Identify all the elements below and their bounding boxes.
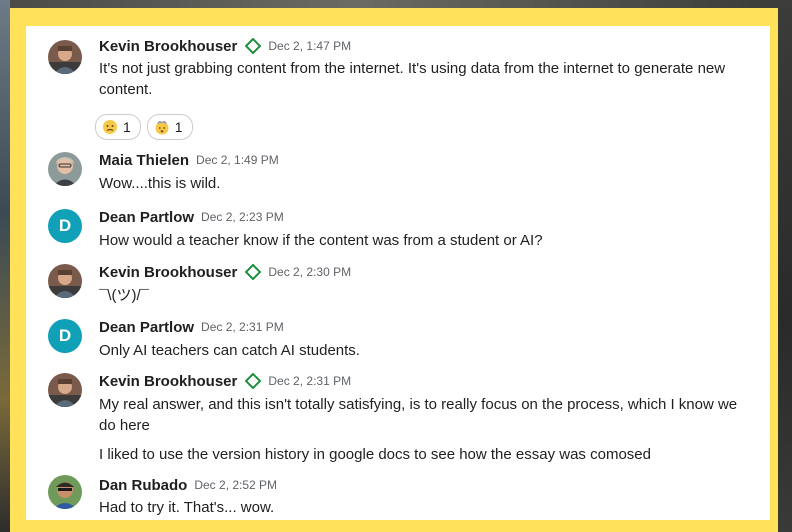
- message-item[interactable]: Kevin Brookhouser Dec 2, 2:30 PM ¯\(ツ)/¯: [26, 262, 770, 308]
- avatar[interactable]: [48, 373, 82, 407]
- message-item[interactable]: Kevin Brookhouser Dec 2, 2:31 PM My real…: [26, 371, 770, 467]
- message-text: Only AI teachers can catch AI students.: [99, 340, 749, 361]
- message-item[interactable]: Dan Rubado Dec 2, 2:52 PM Had to try it.…: [26, 475, 770, 520]
- avatar[interactable]: [48, 152, 82, 186]
- verified-diamond-icon: [245, 38, 262, 54]
- author-name[interactable]: Kevin Brookhouser: [99, 38, 237, 55]
- avatar-initial: D: [58, 216, 72, 235]
- author-name[interactable]: Maia Thielen: [99, 152, 189, 169]
- timestamp: Dec 2, 1:47 PM: [268, 39, 352, 53]
- timestamp: Dec 2, 2:30 PM: [268, 265, 352, 279]
- message-item[interactable]: Kevin Brookhouser Dec 2, 1:47 PM It's no…: [26, 36, 770, 140]
- reaction-chip[interactable]: 1: [95, 114, 141, 140]
- message-text: ¯\(ツ)/¯: [99, 285, 749, 306]
- disappointed-face-icon: [103, 120, 117, 134]
- reaction-count: 1: [174, 119, 183, 135]
- timestamp: Dec 2, 2:23 PM: [201, 210, 284, 224]
- avatar[interactable]: D: [48, 209, 82, 243]
- reactions-bar: 1 1: [95, 114, 193, 140]
- message-line: Only AI teachers can catch AI students.: [99, 342, 360, 359]
- author-name[interactable]: Kevin Brookhouser: [99, 264, 237, 281]
- background-photo-right: [778, 0, 792, 532]
- timestamp: Dec 2, 2:31 PM: [268, 374, 352, 388]
- author-name[interactable]: Kevin Brookhouser: [99, 373, 237, 390]
- timestamp: Dec 2, 1:49 PM: [196, 153, 279, 167]
- message-line: Wow....this is wild.: [99, 175, 221, 192]
- user-photo-icon: [48, 264, 82, 298]
- avatar[interactable]: [48, 475, 82, 509]
- reaction-count: 1: [123, 119, 131, 135]
- avatar[interactable]: [48, 264, 82, 298]
- message-line: How would a teacher know if the content …: [99, 232, 543, 249]
- exploding-head-icon: [155, 120, 169, 135]
- user-photo-icon: [48, 40, 82, 74]
- background-photo-top: [0, 0, 792, 8]
- message-text: How would a teacher know if the content …: [99, 230, 749, 251]
- user-photo-icon: [48, 373, 82, 407]
- message-line: It's not just grabbing content from the …: [99, 60, 726, 77]
- yellow-frame: Kevin Brookhouser Dec 2, 1:47 PM It's no…: [10, 8, 778, 528]
- avatar[interactable]: D: [48, 319, 82, 353]
- message-line: My real answer, and this isn't totally s…: [99, 396, 738, 413]
- message-line: content.: [99, 81, 153, 98]
- message-line: do here: [99, 417, 150, 434]
- message-header: Dan Rubado Dec 2, 2:52 PM: [99, 475, 277, 495]
- reaction-chip[interactable]: 1: [146, 114, 193, 140]
- message-header: Kevin Brookhouser Dec 2, 2:31 PM: [99, 371, 351, 391]
- user-photo-icon: [48, 475, 82, 509]
- message-text: My real answer, and this isn't totally s…: [99, 394, 749, 465]
- verified-diamond-icon: [245, 373, 262, 389]
- timestamp: Dec 2, 2:52 PM: [194, 478, 278, 492]
- message-header: Kevin Brookhouser Dec 2, 1:47 PM: [99, 36, 351, 56]
- message-item[interactable]: Maia Thielen Dec 2, 1:49 PM Wow....this …: [26, 150, 770, 196]
- author-name[interactable]: Dean Partlow: [99, 319, 194, 336]
- author-name[interactable]: Dean Partlow: [99, 209, 194, 226]
- message-line: Had to try it. That's... wow.: [99, 499, 275, 516]
- background-photo-left: [0, 0, 10, 532]
- message-line: ¯\(ツ)/¯: [99, 287, 149, 304]
- message-text: Had to try it. That's... wow.: [99, 497, 749, 518]
- message-header: Kevin Brookhouser Dec 2, 2:30 PM: [99, 262, 351, 282]
- avatar-initial: D: [58, 326, 72, 345]
- chat-message-list[interactable]: Kevin Brookhouser Dec 2, 1:47 PM It's no…: [26, 26, 770, 520]
- message-header: Dean Partlow Dec 2, 2:23 PM: [99, 207, 284, 227]
- message-header: Dean Partlow Dec 2, 2:31 PM: [99, 317, 284, 337]
- message-text: Wow....this is wild.: [99, 173, 749, 194]
- verified-diamond-icon: [245, 264, 262, 280]
- timestamp: Dec 2, 2:31 PM: [201, 320, 284, 334]
- message-item[interactable]: D Dean Partlow Dec 2, 2:23 PM How would …: [26, 207, 770, 253]
- message-item[interactable]: D Dean Partlow Dec 2, 2:31 PM Only AI te…: [26, 317, 770, 363]
- avatar[interactable]: [48, 40, 82, 74]
- user-photo-icon: [48, 152, 82, 186]
- author-name[interactable]: Dan Rubado: [99, 477, 187, 494]
- message-line: I liked to use the version history in go…: [99, 446, 651, 463]
- message-text: It's not just grabbing content from the …: [99, 58, 749, 100]
- message-header: Maia Thielen Dec 2, 1:49 PM: [99, 150, 279, 170]
